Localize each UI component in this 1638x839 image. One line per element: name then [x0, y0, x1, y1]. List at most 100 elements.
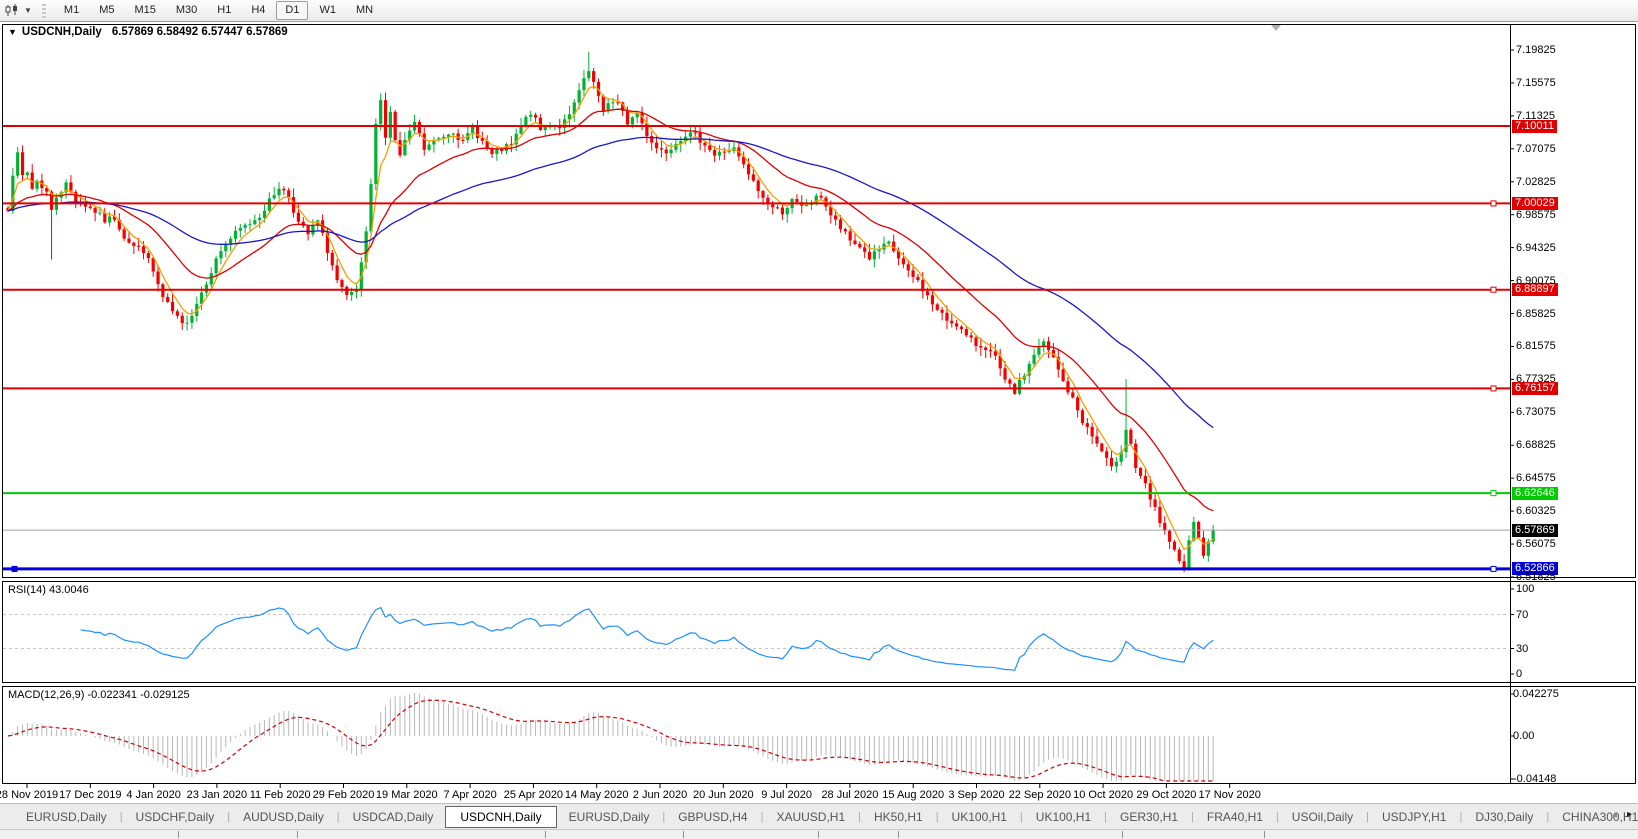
chart-tab-usdchf-daily[interactable]: USDCHF,Daily — [124, 807, 227, 827]
tab-scroll-left-icon[interactable]: ◂ — [1612, 806, 1617, 824]
candle-body — [941, 310, 944, 313]
date-label: 11 Feb 2020 — [244, 789, 316, 801]
tab-scroll-right-icon[interactable]: ▸ — [1627, 806, 1632, 824]
timeframe-button-m5[interactable]: M5 — [90, 1, 123, 20]
candle-body — [607, 103, 610, 110]
timeframe-button-m1[interactable]: M1 — [55, 1, 88, 20]
chart-tab-usdcnh-daily[interactable]: USDCNH,Daily — [445, 806, 556, 828]
tab-separator: | — [662, 811, 665, 823]
candle-body — [1047, 341, 1050, 350]
date-label: 23 Jan 2020 — [181, 789, 253, 801]
candle-body — [979, 346, 982, 348]
chart-tab-xauusd-h1[interactable]: XAUUSD,H1 — [764, 807, 857, 827]
timeframe-button-m30[interactable]: M30 — [167, 1, 206, 20]
candle-body — [611, 102, 614, 103]
collapse-triangle-icon[interactable]: ▼ — [8, 27, 17, 37]
candle-body — [215, 258, 218, 273]
statusbar-separator — [1122, 831, 1123, 838]
date-label: 28 Jul 2020 — [814, 789, 886, 801]
chart-tab-eurusd-daily[interactable]: EURUSD,Daily — [557, 807, 662, 827]
candle-body — [665, 150, 668, 154]
price-chart-canvas[interactable] — [0, 0, 1638, 838]
candle-body — [166, 297, 169, 302]
level-drag-handle[interactable] — [1491, 491, 1496, 496]
chart-tab-fra40-h1[interactable]: FRA40,H1 — [1195, 807, 1275, 827]
chart-tab-dj30-daily[interactable]: DJ30,Daily — [1463, 807, 1545, 827]
candle-body — [1062, 369, 1065, 381]
rsi-axis-tick-label: 30 — [1516, 643, 1528, 655]
candle-body — [1144, 476, 1147, 483]
timeframe-button-m15[interactable]: M15 — [125, 1, 164, 20]
candle-body — [849, 231, 852, 240]
candle-body — [1095, 436, 1098, 443]
candle-body — [1076, 397, 1079, 410]
chart-tab-uk100-h1[interactable]: UK100,H1 — [940, 807, 1019, 827]
timeframe-button-d1[interactable]: D1 — [276, 1, 308, 20]
price-axis-tick-label: 6.85825 — [1516, 308, 1556, 320]
chart-title: ▼USDCNH,Daily6.57869 6.58492 6.57447 6.5… — [8, 26, 288, 38]
candle-body — [926, 291, 929, 295]
candle-body — [273, 195, 276, 198]
timeframe-button-mn[interactable]: MN — [347, 1, 382, 20]
candle-body — [1178, 550, 1181, 562]
candle-body — [970, 335, 973, 337]
chart-tab-eurusd-daily[interactable]: EURUSD,Daily — [14, 807, 119, 827]
chart-tab-usdjpy-h1[interactable]: USDJPY,H1 — [1370, 807, 1458, 827]
candle-body — [1134, 444, 1137, 468]
candle-body — [728, 151, 731, 152]
timeframe-button-h1[interactable]: H1 — [208, 1, 240, 20]
level-drag-handle[interactable] — [1491, 386, 1496, 391]
candle-body — [1018, 380, 1021, 394]
candle-body — [689, 132, 692, 136]
candle-body — [89, 207, 92, 208]
chart-tab-ger30-h1[interactable]: GER30,H1 — [1108, 807, 1190, 827]
candle-body — [626, 111, 629, 125]
candle-body — [853, 240, 856, 244]
candle-body — [171, 302, 174, 311]
candle-body — [911, 270, 914, 277]
candle-body — [844, 229, 847, 231]
timeframe-button-h4[interactable]: H4 — [242, 1, 274, 20]
macd-axis-tick-label: 0.042275 — [1513, 688, 1559, 700]
chart-ohlc-values: 6.57869 6.58492 6.57447 6.57869 — [112, 26, 288, 38]
candle-body — [379, 100, 382, 124]
chart-type-button[interactable]: ▼ — [5, 4, 32, 17]
candle-body — [974, 338, 977, 346]
level-drag-handle[interactable] — [1491, 287, 1496, 292]
candle-body — [239, 228, 242, 231]
candle-body — [1158, 507, 1161, 523]
statusbar-separator — [898, 831, 899, 838]
candle-body — [331, 253, 334, 266]
candle-body — [374, 124, 377, 184]
level-drag-handle[interactable] — [1491, 201, 1496, 206]
candle-body — [757, 181, 760, 191]
tab-separator: | — [1104, 811, 1107, 823]
candle-body — [176, 311, 179, 316]
candle-body — [1115, 462, 1118, 466]
candle-body — [834, 215, 837, 219]
candle-body — [960, 327, 963, 329]
level-drag-handle[interactable] — [1491, 566, 1496, 571]
main-chart-frame — [3, 25, 1636, 578]
level-drag-handle[interactable] — [12, 566, 17, 571]
candle-body — [931, 295, 934, 304]
candle-body — [989, 350, 992, 351]
candle-body — [1100, 443, 1103, 451]
tab-separator: | — [936, 811, 939, 823]
chart-tab-usdcad-daily[interactable]: USDCAD,Daily — [341, 807, 446, 827]
chart-tab-usoil-daily[interactable]: USOil,Daily — [1280, 807, 1365, 827]
candle-body — [268, 198, 271, 210]
chart-tab-hk50-h1[interactable]: HK50,H1 — [862, 807, 935, 827]
price-axis-tick-label: 6.64575 — [1516, 472, 1556, 484]
chart-tab-gbpusd-h4[interactable]: GBPUSD,H4 — [666, 807, 759, 827]
chart-tab-uk100-h1[interactable]: UK100,H1 — [1024, 807, 1103, 827]
candle-body — [94, 208, 97, 213]
timeframe-button-w1[interactable]: W1 — [310, 1, 345, 20]
candle-body — [795, 199, 798, 202]
candle-body — [476, 127, 479, 138]
chart-tab-audusd-daily[interactable]: AUDUSD,Daily — [231, 807, 336, 827]
macd-axis-tick-label: 0.00 — [1513, 730, 1534, 742]
candle-body — [345, 287, 348, 295]
candle-body — [427, 145, 430, 150]
rsi-axis-tick-label: 100 — [1516, 583, 1534, 595]
